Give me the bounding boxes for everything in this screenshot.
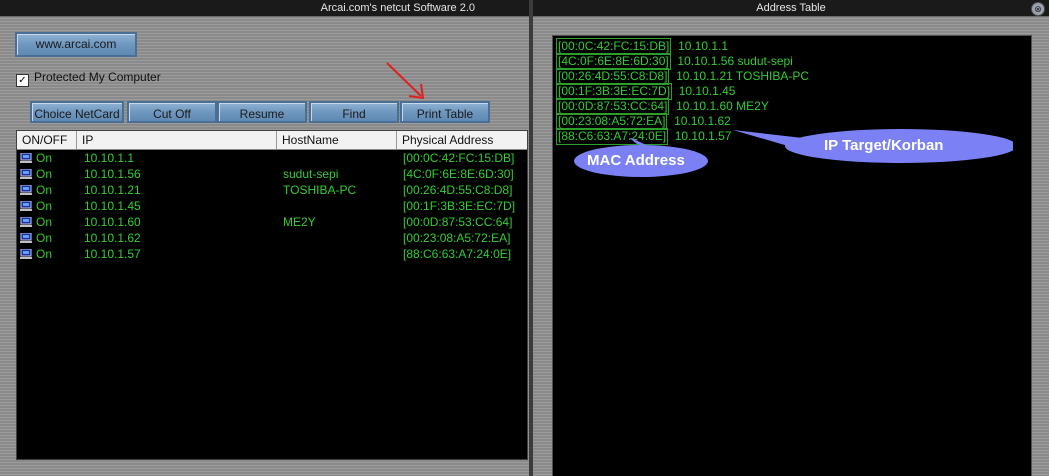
- computer-icon: [20, 153, 32, 163]
- address-table-panel[interactable]: [00:0C:42:FC:15:DB] 10.10.1.1 [4C:0F:6E:…: [552, 35, 1032, 476]
- ip-cell: 10.10.1.45: [84, 199, 141, 213]
- computer-icon: [20, 201, 32, 211]
- mac-cell: [4C:0F:6E:8E:6D:30]: [403, 167, 514, 181]
- window-title: Address Table: [756, 2, 826, 14]
- status-cell: On: [20, 166, 52, 182]
- table-body: On 10.10.1.1 [00:0C:42:FC:15:DB] On 10.1…: [17, 150, 527, 262]
- checkbox-check-icon: ✓: [16, 74, 29, 87]
- status-cell: On: [20, 230, 52, 246]
- window-title: Arcai.com's netcut Software 2.0: [320, 2, 475, 14]
- entry-ip: 10.10.1.1: [678, 39, 729, 53]
- cut-off-button[interactable]: Cut Off: [127, 101, 217, 123]
- status-cell: On: [20, 214, 52, 230]
- close-icon[interactable]: ⊗: [1031, 2, 1045, 16]
- hostname-cell: TOSHIBA-PC: [283, 183, 357, 197]
- column-header-ip[interactable]: IP: [77, 131, 277, 149]
- column-header-physical-address[interactable]: Physical Address: [397, 131, 527, 149]
- protected-computer-checkbox[interactable]: ✓ Protected My Computer: [16, 69, 161, 87]
- mac-cell: [00:0C:42:FC:15:DB]: [403, 151, 515, 165]
- address-table-titlebar[interactable]: Address Table ⊗: [533, 0, 1049, 17]
- status-text: On: [36, 167, 53, 181]
- table-row[interactable]: On 10.10.1.45 [00:1F:3B:3E:EC:7D]: [17, 198, 527, 214]
- entry-ip: 10.10.1.21: [676, 69, 733, 83]
- website-button[interactable]: www.arcai.com: [15, 32, 137, 57]
- ip-cell: 10.10.1.1: [84, 151, 135, 165]
- table-row[interactable]: On 10.10.1.57 [88:C6:63:A7:24:0E]: [17, 246, 527, 262]
- hosts-table[interactable]: ON/OFF IP HostName Physical Address On 1…: [16, 130, 528, 460]
- column-header-hostname[interactable]: HostName: [277, 131, 397, 149]
- entry-ip: 10.10.1.60: [676, 99, 733, 113]
- column-header-onoff[interactable]: ON/OFF: [17, 131, 77, 149]
- resume-button[interactable]: Resume: [217, 101, 307, 123]
- table-row[interactable]: On 10.10.1.1 [00:0C:42:FC:15:DB]: [17, 150, 527, 166]
- protected-label: Protected My Computer: [34, 70, 161, 84]
- mac-address-callout-label: MAC Address: [587, 152, 685, 169]
- status-cell: On: [20, 150, 52, 166]
- table-row[interactable]: On 10.10.1.60 ME2Y [00:0D:87:53:CC:64]: [17, 214, 527, 230]
- hostname-cell: sudut-sepi: [283, 167, 339, 181]
- ip-target-callout-label: IP Target/Korban: [824, 137, 944, 154]
- status-cell: On: [20, 182, 52, 198]
- mac-cell: [00:23:08:A5:72:EA]: [403, 231, 511, 245]
- entry-ip: 10.10.1.62: [674, 114, 731, 128]
- hostname-cell: ME2Y: [283, 215, 316, 229]
- computer-icon: [20, 169, 32, 179]
- entry-ip: 10.10.1.45: [678, 84, 736, 98]
- netcut-titlebar[interactable]: Arcai.com's netcut Software 2.0: [0, 0, 529, 17]
- status-text: On: [36, 151, 53, 165]
- address-table-window: Address Table ⊗ [00:0C:42:FC:15:DB] 10.1…: [533, 0, 1049, 476]
- status-text: On: [36, 215, 53, 229]
- ip-cell: 10.10.1.21: [84, 183, 141, 197]
- ip-cell: 10.10.1.62: [84, 231, 141, 245]
- mac-cell: [00:26:4D:55:C8:D8]: [403, 183, 513, 197]
- mac-cell: [00:0D:87:53:CC:64]: [403, 215, 513, 229]
- table-header: ON/OFF IP HostName Physical Address: [17, 131, 527, 150]
- ip-cell: 10.10.1.57: [84, 247, 141, 261]
- mac-cell: [88:C6:63:A7:24:0E]: [403, 247, 512, 261]
- computer-icon: [20, 233, 32, 243]
- status-text: On: [36, 247, 53, 261]
- status-cell: On: [20, 246, 52, 262]
- status-text: On: [36, 183, 53, 197]
- status-text: On: [36, 199, 53, 213]
- computer-icon: [20, 217, 32, 227]
- entry-host: ME2Y: [736, 99, 769, 113]
- table-row[interactable]: On 10.10.1.21 TOSHIBA-PC [00:26:4D:55:C8…: [17, 182, 527, 198]
- computer-icon: [20, 185, 32, 195]
- status-cell: On: [20, 198, 52, 214]
- table-row[interactable]: On 10.10.1.62 [00:23:08:A5:72:EA]: [17, 230, 527, 246]
- table-row[interactable]: On 10.10.1.56 sudut-sepi [4C:0F:6E:8E:6D…: [17, 166, 527, 182]
- entry-host: TOSHIBA-PC: [735, 69, 810, 83]
- ip-cell: 10.10.1.56: [84, 167, 141, 181]
- status-text: On: [36, 231, 53, 245]
- entry-host: sudut-sepi: [737, 54, 793, 68]
- mac-cell: [00:1F:3B:3E:EC:7D]: [403, 199, 516, 213]
- entry-ip: 10.10.1.56: [677, 54, 735, 68]
- choice-netcard-button[interactable]: Choice NetCard: [30, 101, 124, 123]
- netcut-window: Arcai.com's netcut Software 2.0 www.arca…: [0, 0, 529, 476]
- ip-cell: 10.10.1.60: [84, 215, 141, 229]
- red-arrow-annotation: [386, 62, 425, 100]
- computer-icon: [20, 249, 32, 259]
